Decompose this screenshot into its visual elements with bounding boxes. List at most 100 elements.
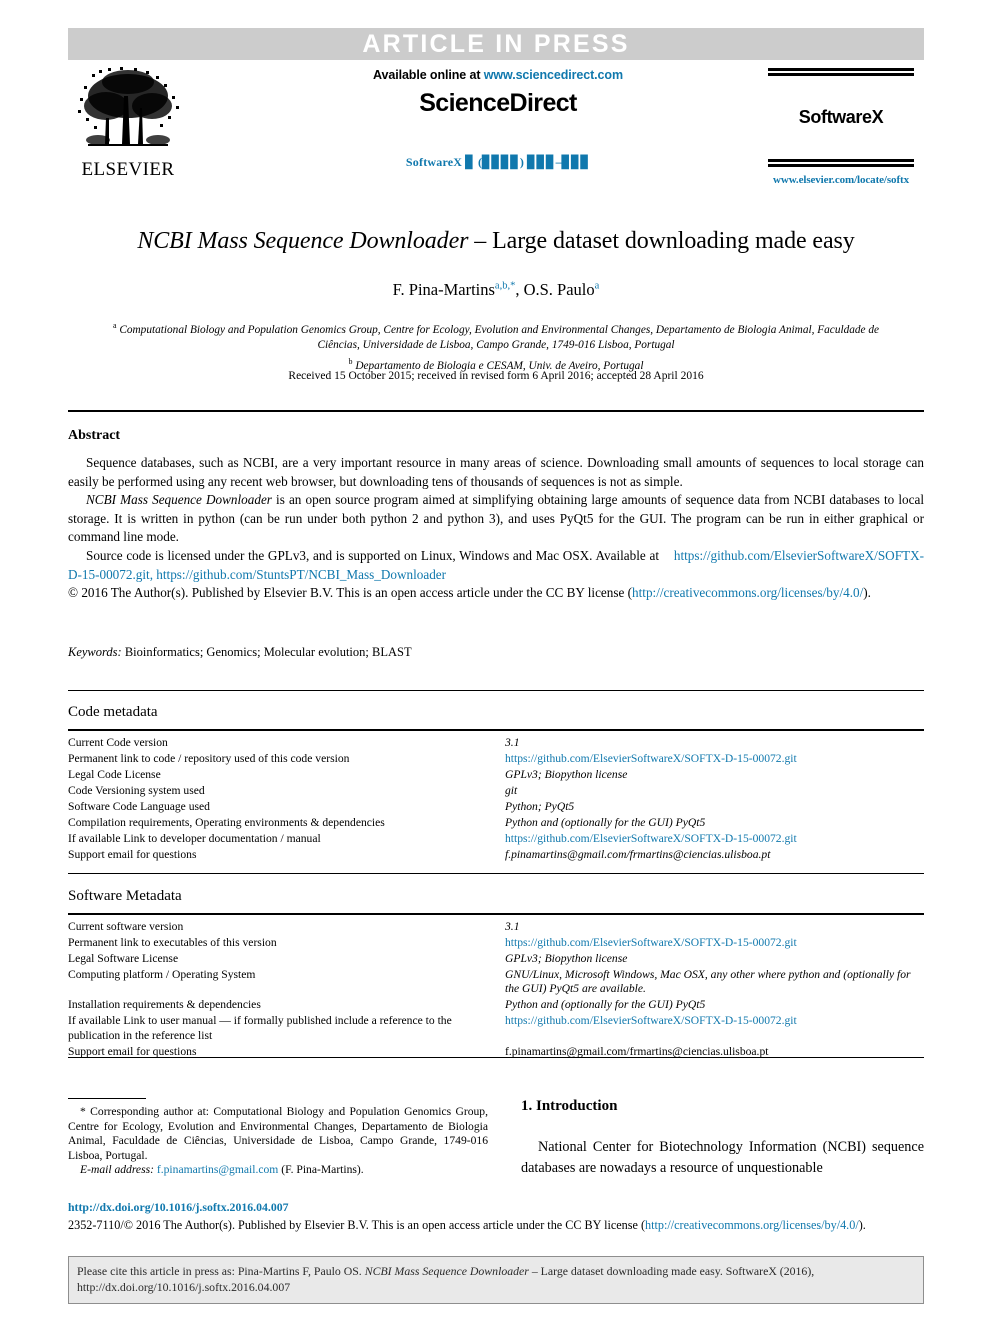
soft-meta-key-1: Permanent link to executables of this ve… (68, 936, 277, 949)
code-meta-value-1[interactable]: https://github.com/ElsevierSoftwareX/SOF… (505, 752, 924, 768)
copyright-line: 2352-7110/© 2016 The Author(s). Publishe… (68, 1218, 924, 1234)
brand-rule-bottom (768, 159, 914, 167)
table-row: Compilation requirements, Operating envi… (68, 816, 924, 832)
author-marks-1: a (594, 280, 600, 292)
code-meta-value-6[interactable]: https://github.com/ElsevierSoftwareX/SOF… (505, 832, 924, 848)
table-row: Code Versioning system used git (68, 784, 924, 800)
introduction-body: National Center for Biotechnology Inform… (521, 1137, 924, 1179)
code-meta-key-7: Support email for questions (68, 848, 197, 861)
soft-meta-key-2: Legal Software License (68, 952, 179, 965)
journal-citation-placeholder: SoftwareX ▊ (▊▊▊▊) ▊▊▊–▊▊▊ (405, 155, 591, 169)
corresponding-author-block: * Corresponding author at: Computational… (68, 1105, 488, 1178)
available-online-prefix: Available online at (373, 68, 484, 82)
cite-this-article-box: Please cite this article in press as: Pi… (68, 1256, 924, 1304)
code-meta-key-6: If available Link to developer documenta… (68, 832, 321, 845)
article-page: ARTICLE IN PRESS ELSEVIER Available onli… (0, 0, 992, 1323)
keywords-label: Keywords: (68, 645, 122, 659)
abstract-body: Sequence databases, such as NCBI, are a … (68, 454, 924, 603)
keywords-values: Bioinformatics; Genomics; Molecular evol… (121, 645, 412, 659)
code-meta-key-4: Software Code Language used (68, 800, 210, 813)
author-name-1: O.S. Paulo (523, 280, 595, 299)
abstract-copyright-lead: © 2016 The Author(s). Published by Elsev… (68, 585, 633, 601)
table-row: Software Code Language used Python; PyQt5 (68, 800, 924, 816)
elsevier-wordmark: ELSEVIER (81, 159, 175, 180)
brand-rule-top (768, 68, 914, 76)
code-meta-key-3: Code Versioning system used (68, 784, 205, 797)
code-meta-key-0: Current Code version (68, 736, 168, 749)
software-metadata-bottom-rule (68, 1057, 924, 1058)
article-in-press-label: ARTICLE IN PRESS (362, 30, 630, 58)
table-row: Legal Software License GPLv3; Biopython l… (68, 952, 924, 968)
corresponding-author-email-suffix: (F. Pina-Martins). (278, 1163, 364, 1177)
soft-meta-key-4: Installation requirements & dependencies (68, 998, 261, 1012)
soft-meta-value-0: 3.1 (505, 920, 520, 933)
abstract-cc-license-link[interactable]: http://creativecommons.org/licenses/by/4… (632, 585, 863, 600)
article-history: Received 15 October 2015; received in re… (288, 370, 704, 382)
table-row: Current software version 3.1 (68, 920, 924, 936)
abstract-copyright-tail: ). (863, 585, 871, 601)
software-metadata-header-rule (68, 913, 924, 915)
introduction-column: 1. Introduction National Center for Biot… (521, 1098, 924, 1179)
copyright-tail: ). (858, 1218, 866, 1232)
code-meta-value-5: Python and (optionally for the GUI) PyQt… (505, 816, 706, 829)
affiliation-a: a Computational Biology and Population G… (110, 318, 882, 354)
software-metadata-table: Current software version 3.1 Permanent li… (68, 920, 924, 1061)
title-software-name: NCBI Mass Sequence Downloader (137, 228, 469, 254)
abstract-top-rule (68, 410, 924, 412)
code-metadata-bottom-rule (68, 873, 924, 874)
code-meta-value-7: f.pinamartins@gmail.com/frmartins@cienci… (505, 848, 771, 861)
table-row: Current Code version 3.1 (68, 736, 924, 752)
code-metadata-body: Current Code version 3.1 Permanent link t… (68, 736, 924, 864)
software-metadata-body: Current software version 3.1 Permanent li… (68, 920, 924, 1061)
corresponding-author-email-line: E-mail address: f.pinamartins@gmail.com … (68, 1163, 488, 1178)
code-meta-key-2: Legal Code License (68, 768, 161, 781)
code-metadata-top-rule (68, 690, 924, 691)
corresponding-author-email[interactable]: f.pinamartins@gmail.com (157, 1163, 278, 1176)
abstract-repo-link-2[interactable]: https://github.com/StuntsPT/NCBI_Mass_Do… (156, 567, 446, 582)
cite-software-name: NCBI Mass Sequence Downloader (364, 1264, 529, 1278)
code-meta-value-4: Python; PyQt5 (505, 800, 575, 813)
footer-cc-license-link[interactable]: http://creativecommons.org/licenses/by/4… (645, 1218, 859, 1232)
soft-meta-value-1[interactable]: https://github.com/ElsevierSoftwareX/SOF… (505, 936, 924, 952)
author-list: F. Pina-Martinsa,b,*, O.S. Pauloa (392, 280, 600, 299)
code-metadata-header-rule (68, 729, 924, 731)
footnote-rule (68, 1098, 146, 1099)
soft-meta-value-5[interactable]: https://github.com/ElsevierSoftwareX/SOF… (505, 1014, 924, 1044)
abstract-paragraph-3: Source code is licensed under the GPLv3,… (68, 547, 924, 584)
sciencedirect-url[interactable]: www.sciencedirect.com (484, 68, 623, 82)
code-meta-value-0: 3.1 (505, 736, 520, 749)
soft-meta-key-0: Current software version (68, 920, 184, 933)
doi-link[interactable]: http://dx.doi.org/10.1016/j.softx.2016.0… (68, 1200, 289, 1215)
sciencedirect-wordmark: ScienceDirect (419, 89, 577, 117)
introduction-paragraph-1: National Center for Biotechnology Inform… (521, 1139, 924, 1176)
cite-lead: Please cite this article in press as: Pi… (77, 1264, 365, 1278)
author-marks-0: a,b,* (494, 280, 516, 292)
keywords-line: Keywords: Bioinformatics; Genomics; Mole… (68, 645, 924, 660)
software-metadata-title: Software Metadata (68, 888, 182, 904)
soft-meta-value-3: GNU/Linux, Microsoft Windows, Mac OSX, a… (505, 968, 911, 996)
table-row: Support email for questions f.pinamartins… (68, 1045, 924, 1061)
journal-homepage-url[interactable]: www.elsevier.com/locate/softx (758, 174, 924, 186)
soft-meta-value-6: f.pinamartins@gmail.com/frmartins@cienci… (505, 1044, 769, 1058)
code-meta-key-5: Compilation requirements, Operating envi… (68, 816, 385, 829)
introduction-heading: 1. Introduction (521, 1098, 618, 1114)
abstract-paragraph-2: NCBI Mass Sequence Downloader is an open… (68, 491, 924, 547)
author-name-0: F. Pina-Martins (392, 280, 495, 299)
elsevier-tree-icon (78, 67, 179, 146)
table-row: Permanent link to code / repository used… (68, 752, 924, 768)
available-online-line: Available online at www.sciencedirect.co… (298, 68, 698, 82)
table-row: If available Link to user manual — if fo… (68, 1014, 924, 1044)
masthead: ELSEVIER Available online at www.science… (68, 64, 924, 194)
table-row: If available Link to developer documenta… (68, 832, 924, 848)
affiliation-mark-a: a (112, 321, 117, 330)
abstract-heading: Abstract (68, 428, 121, 443)
corresponding-author-note: * Corresponding author at: Computational… (68, 1105, 488, 1162)
title-subtitle: – Large dataset downloading made easy (468, 228, 855, 254)
abstract-p2-software-name: NCBI Mass Sequence Downloader (86, 492, 272, 508)
code-metadata-table: Current Code version 3.1 Permanent link t… (68, 736, 924, 864)
affiliation-text-a: Computational Biology and Population Gen… (119, 323, 880, 352)
soft-meta-key-5: If available Link to user manual — if fo… (68, 1014, 452, 1042)
code-meta-value-2: GPLv3; Biopython license (505, 768, 628, 781)
code-metadata-title: Code metadata (68, 704, 158, 720)
soft-meta-value-2: GPLv3; Biopython license (505, 952, 628, 965)
